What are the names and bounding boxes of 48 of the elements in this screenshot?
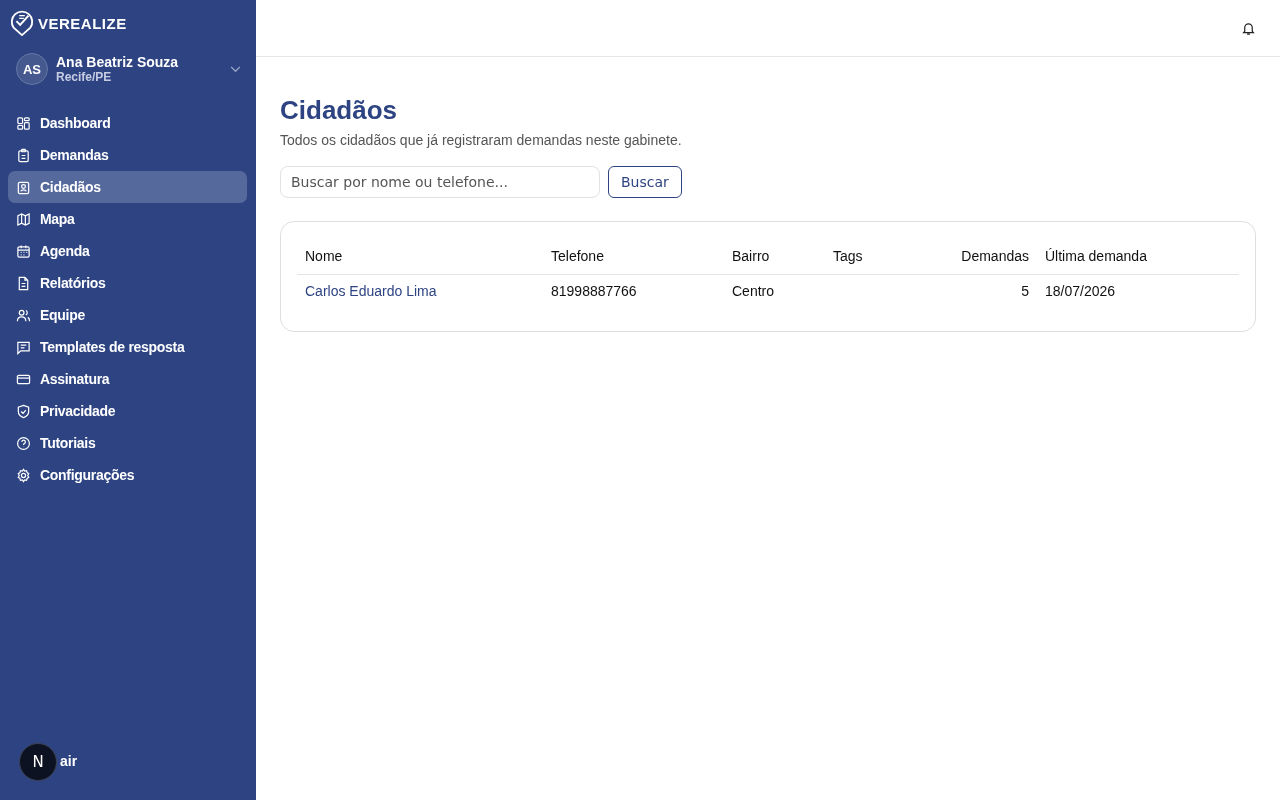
nav-item[interactable]: Cidadãos xyxy=(8,171,247,203)
calendar-icon xyxy=(16,243,31,259)
column-header: Nome xyxy=(305,248,343,264)
page-subtitle: Todos os cidadãos que já registraram demandas neste gabinete. xyxy=(280,132,683,148)
logo-icon xyxy=(9,9,35,37)
gear-icon xyxy=(16,467,31,483)
contact-icon xyxy=(16,179,31,195)
user-switcher[interactable]: AS Ana Beatriz Souza Recife/PE xyxy=(16,53,241,85)
brand-name: VEREALIZE xyxy=(38,14,127,32)
grid-icon xyxy=(16,115,31,131)
file-icon xyxy=(16,275,31,291)
column-header: Última demanda xyxy=(1045,248,1147,264)
search-button[interactable]: Buscar xyxy=(608,166,682,198)
user-name: Ana Beatriz Souza xyxy=(56,54,180,70)
citizen-link[interactable]: Carlos Eduardo Lima xyxy=(305,283,437,299)
nav-item[interactable]: Templates de resposta xyxy=(8,331,247,363)
table-cell: 81998887766 xyxy=(551,283,637,299)
nav-item[interactable]: Mapa xyxy=(8,203,247,235)
users-icon xyxy=(16,307,31,323)
shield-icon xyxy=(16,403,31,419)
map-icon xyxy=(16,211,31,227)
nav-item[interactable]: Assinatura xyxy=(8,363,247,395)
help-icon xyxy=(16,435,31,451)
nav-item[interactable]: Privacidade xyxy=(8,395,247,427)
column-header: Demandas xyxy=(961,248,1029,264)
nav-item[interactable]: Tutoriais xyxy=(8,427,247,459)
user-location: Recife/PE xyxy=(56,70,113,84)
nav-item[interactable]: Dashboard xyxy=(8,107,247,139)
nav-item[interactable]: Equipe xyxy=(8,299,247,331)
nav-item[interactable]: Relatórios xyxy=(8,267,247,299)
column-header: Bairro xyxy=(732,248,770,264)
table-cell: Centro xyxy=(732,283,775,299)
search-field[interactable]: Buscar por nome ou telefone... xyxy=(280,166,600,198)
dev-tools-button[interactable]: N xyxy=(19,743,57,781)
avatar: AS xyxy=(16,53,48,85)
logout-link[interactable]: air xyxy=(60,753,78,769)
column-header: Tags xyxy=(833,248,863,264)
table-cell: 5 xyxy=(1021,283,1029,299)
message-icon xyxy=(16,339,31,355)
page-title: Cidadãos xyxy=(280,95,399,126)
table-cell: 18/07/2026 xyxy=(1045,283,1116,299)
column-header: Telefone xyxy=(551,248,604,264)
nav-item[interactable]: Agenda xyxy=(8,235,247,267)
nav-item[interactable]: Configurações xyxy=(8,459,247,491)
clipboard-icon xyxy=(16,147,31,163)
notification-bell-icon[interactable] xyxy=(1241,20,1256,36)
chevron-down-icon xyxy=(230,65,241,73)
nav-item[interactable]: Demandas xyxy=(8,139,247,171)
